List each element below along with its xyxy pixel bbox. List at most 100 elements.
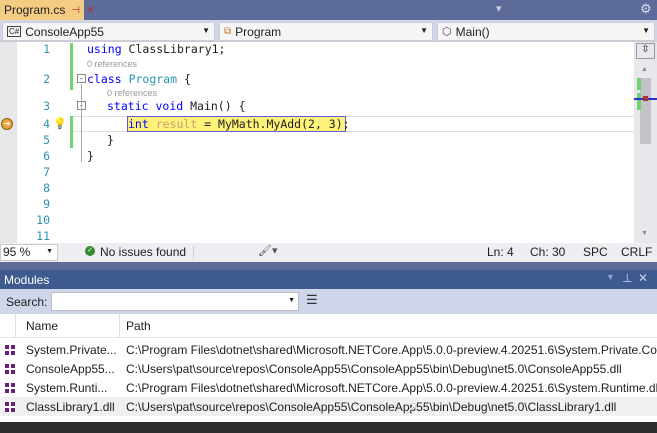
modules-panel-header: Modules ▼ ⊥ ✕ bbox=[0, 270, 657, 289]
codelens-references[interactable]: 0 references bbox=[107, 88, 157, 98]
table-row[interactable]: System.Runti... C:\Program Files\dotnet\s… bbox=[0, 378, 657, 397]
module-path: C:\Users\pat\source\repos\ConsoleApp55\C… bbox=[126, 361, 622, 376]
tab-title: Program.cs bbox=[4, 3, 66, 17]
change-bar bbox=[70, 116, 73, 148]
code-line-3: static void Main() { bbox=[107, 99, 246, 113]
change-marker bbox=[637, 78, 641, 90]
table-row[interactable]: ClassLibrary1.dll C:\Users\pat\source\rep… bbox=[0, 397, 657, 416]
table-header: Name Path bbox=[0, 314, 657, 338]
module-icon bbox=[5, 382, 15, 393]
code-cleanup-icon[interactable]: 🖌▾ bbox=[258, 244, 278, 257]
keyword: void bbox=[155, 99, 184, 113]
column-indicator[interactable]: Ch: 30 bbox=[530, 245, 565, 259]
module-icon bbox=[5, 363, 15, 374]
keyword: class bbox=[87, 72, 122, 86]
split-icon[interactable]: ⇳ bbox=[636, 43, 655, 59]
close-icon[interactable]: ✕ bbox=[86, 5, 94, 16]
method-icon: ⬡ bbox=[442, 26, 452, 38]
issues-status[interactable]: No issues found bbox=[100, 245, 186, 259]
scroll-up-icon[interactable]: ▲ bbox=[641, 66, 648, 73]
line-ending-indicator[interactable]: CRLF bbox=[621, 245, 652, 259]
member-dropdown[interactable]: ⬡ Main() ▼ bbox=[437, 22, 655, 41]
chevron-down-icon: ▼ bbox=[420, 26, 428, 35]
pin-icon[interactable]: ⊣ bbox=[71, 5, 80, 16]
table-row[interactable]: ConsoleApp55... C:\Users\pat\source\repos… bbox=[0, 359, 657, 378]
line-number: 5 bbox=[43, 133, 50, 147]
module-name: ClassLibrary1.dll bbox=[26, 399, 115, 414]
scroll-down-icon[interactable]: ▼ bbox=[641, 230, 648, 237]
vertical-scrollbar[interactable]: ⇳ ▲ ▼ bbox=[634, 42, 657, 243]
search-input[interactable]: ▼ bbox=[51, 292, 299, 311]
current-statement-arrow-icon: ➔ bbox=[1, 118, 13, 130]
code-text: ClassLibrary1; bbox=[121, 42, 226, 56]
zoom-dropdown[interactable]: 95 % ▼ bbox=[0, 244, 58, 261]
column-header-path[interactable]: Path bbox=[126, 319, 151, 333]
outline-line bbox=[81, 84, 82, 162]
code-text: = MyMath.MyAdd(2, 3); bbox=[197, 117, 350, 131]
code-text: Main() { bbox=[183, 99, 246, 113]
line-number: 9 bbox=[43, 197, 50, 211]
member-name: Main() bbox=[455, 24, 490, 39]
line-number: 7 bbox=[43, 165, 50, 179]
module-name: System.Runti... bbox=[26, 380, 108, 395]
chevron-down-icon: ▼ bbox=[288, 297, 295, 304]
chevron-down-icon: ▼ bbox=[202, 26, 210, 35]
line-indicator[interactable]: Ln: 4 bbox=[487, 245, 514, 259]
chevron-down-icon: ▼ bbox=[642, 26, 650, 35]
code-line-5: } bbox=[107, 133, 114, 147]
clear-search-icon[interactable]: ☰ bbox=[306, 292, 318, 308]
close-icon[interactable]: ✕ bbox=[638, 271, 648, 285]
type-name: Program bbox=[235, 24, 282, 39]
codelens-references[interactable]: 0 references bbox=[87, 59, 137, 69]
scroll-thumb[interactable] bbox=[640, 78, 651, 144]
module-path: C:\Program Files\dotnet\shared\Microsoft… bbox=[126, 342, 657, 357]
project-dropdown[interactable]: C# ConsoleApp55 ▼ bbox=[2, 22, 215, 41]
change-marker bbox=[637, 93, 641, 110]
module-name: System.Private... bbox=[26, 342, 117, 357]
search-label: Search: bbox=[6, 295, 48, 309]
code-line-1: using ClassLibrary1; bbox=[87, 42, 225, 56]
line-number: 8 bbox=[43, 181, 50, 195]
divider bbox=[193, 246, 194, 259]
line-number: 3 bbox=[43, 99, 50, 113]
zoom-level: 95 % bbox=[3, 245, 31, 259]
class-icon: ⧉ bbox=[224, 26, 232, 37]
whitespace-indicator[interactable]: SPC bbox=[583, 245, 608, 259]
indicator-margin[interactable] bbox=[0, 42, 17, 243]
table-row[interactable]: System.Private... C:\Program Files\dotnet… bbox=[0, 340, 657, 359]
navigation-bar: C# ConsoleApp55 ▼ ⧉ Program ▼ ⬡ Main() ▼ bbox=[0, 20, 657, 42]
keyword: using bbox=[87, 42, 122, 56]
breakpoint-marker bbox=[643, 96, 648, 101]
csharp-icon: C# bbox=[7, 26, 22, 37]
keyword: static bbox=[107, 99, 149, 113]
column-header-name[interactable]: Name bbox=[26, 319, 58, 333]
editor-status-bar: 95 % ▼ ✓ No issues found 🖌▾ Ln: 4 Ch: 30 … bbox=[0, 243, 657, 262]
tab-program-cs[interactable]: Program.cs ⊣ ✕ bbox=[0, 0, 94, 20]
module-path: C:\Users\pat\source\repos\ConsoleApp55\C… bbox=[126, 399, 617, 414]
type-dropdown[interactable]: ⧉ Program ▼ bbox=[219, 22, 433, 41]
variable: result bbox=[148, 117, 198, 131]
code-text: { bbox=[177, 72, 191, 86]
project-name: ConsoleApp55 bbox=[25, 24, 104, 39]
panel-title: Modules bbox=[4, 272, 50, 287]
tab-list-dropdown-icon[interactable]: ▾ bbox=[496, 2, 502, 15]
code-line-4: int result = MyMath.MyAdd(2, 3); bbox=[128, 117, 350, 131]
module-icon bbox=[5, 344, 15, 355]
module-icon bbox=[5, 401, 15, 412]
type-name: Program bbox=[128, 72, 178, 86]
pin-icon[interactable]: ⊥ bbox=[622, 271, 632, 285]
splitter[interactable] bbox=[0, 262, 657, 270]
module-name: ConsoleApp55... bbox=[26, 361, 115, 376]
lightbulb-icon[interactable]: 💡 bbox=[53, 117, 67, 130]
line-number: 1 bbox=[43, 42, 50, 56]
line-number: 2 bbox=[43, 72, 50, 86]
line-number: 6 bbox=[43, 149, 50, 163]
chevron-down-icon: ▼ bbox=[46, 248, 53, 255]
line-number: 11 bbox=[36, 229, 50, 243]
code-line-6: } bbox=[87, 149, 94, 163]
line-number: 10 bbox=[36, 213, 50, 227]
keyword: int bbox=[128, 117, 149, 131]
panel-menu-icon[interactable]: ▼ bbox=[606, 272, 615, 282]
settings-icon[interactable]: ⚙ bbox=[640, 1, 652, 17]
collapse-class-icon[interactable]: - bbox=[77, 74, 86, 83]
